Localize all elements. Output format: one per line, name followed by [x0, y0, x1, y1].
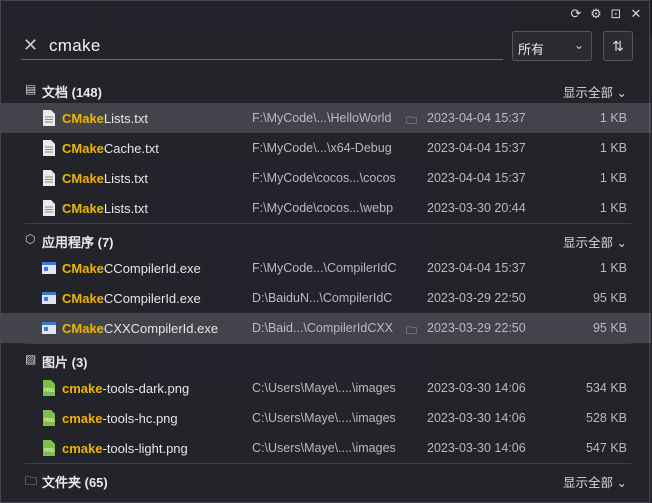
file-date: 2023-03-30 14:06: [427, 441, 526, 455]
file-size: 1 KB: [599, 111, 627, 125]
result-row[interactable]: CMakeCXXCompilerId.exe D:\Baid...\Compil…: [1, 313, 651, 343]
open-folder-icon[interactable]: 🗀: [406, 112, 417, 131]
text-file-icon: [43, 170, 55, 186]
result-row[interactable]: CMakeCCompilerId.exe D:\BaiduN...\Compil…: [1, 283, 651, 313]
section-divider: [25, 463, 631, 464]
file-name: CMakeCCompilerId.exe: [62, 291, 201, 306]
file-name: CMakeCXXCompilerId.exe: [62, 321, 219, 336]
result-row[interactable]: CMakeLists.txt F:\MyCode\...\HelloWorld …: [1, 103, 651, 133]
result-row[interactable]: CMakeCCompilerId.exe F:\MyCode...\Compil…: [1, 253, 651, 283]
file-date: 2023-04-04 15:37: [427, 171, 526, 185]
file-path: F:\MyCode...\CompilerIdC: [252, 261, 397, 275]
file-size: 534 KB: [585, 381, 627, 395]
pin-icon[interactable]: ⊡: [609, 7, 623, 21]
window-controls: ⟳ ⚙ ⊡ ✕: [569, 7, 643, 21]
result-row[interactable]: PNG cmake-tools-dark.png C:\Users\Maye\.…: [1, 373, 651, 403]
file-size: 1 KB: [599, 261, 627, 275]
search-input[interactable]: cmake: [49, 36, 101, 56]
chevron-down-icon: ⌄: [573, 38, 584, 52]
text-file-icon: [43, 200, 55, 216]
file-path: F:\MyCode\...\HelloWorld: [252, 111, 392, 125]
result-row[interactable]: CMakeLists.txt F:\MyCode\cocos...\webp 2…: [1, 193, 651, 223]
file-date: 2023-03-30 14:06: [427, 381, 526, 395]
section-header-images: ▨ 图片 (3): [1, 345, 651, 373]
refresh-icon[interactable]: ⟳: [569, 7, 583, 21]
file-size: 528 KB: [585, 411, 627, 425]
result-row[interactable]: CMakeCache.txt F:\MyCode\...\x64-Debug 2…: [1, 133, 651, 163]
png-file-icon: PNG: [43, 440, 55, 456]
text-file-icon: [43, 110, 55, 126]
show-all-documents-button[interactable]: 显示全部 ⌄: [563, 82, 627, 101]
result-row[interactable]: PNG cmake-tools-light.png C:\Users\Maye\…: [1, 433, 651, 463]
file-date: 2023-03-30 14:06: [427, 411, 526, 425]
exe-file-icon: [42, 292, 56, 304]
close-icon[interactable]: ✕: [629, 7, 643, 21]
exe-file-icon: [42, 322, 56, 334]
png-file-icon: PNG: [43, 410, 55, 426]
search-underline: [21, 59, 503, 60]
file-date: 2023-03-29 22:50: [427, 291, 526, 305]
file-date: 2023-04-04 15:37: [427, 141, 526, 155]
file-size: 95 KB: [592, 291, 627, 305]
search-panel: ⟳ ⚙ ⊡ ✕ ✕ cmake 所有 ⌄ ⇅ ▤ 文档 (148) 显示全部 ⌄…: [0, 0, 651, 503]
file-date: 2023-03-29 22:50: [427, 321, 526, 335]
file-path: C:\Users\Maye\....\images: [252, 381, 396, 395]
file-date: 2023-03-30 20:44: [427, 201, 526, 215]
result-row[interactable]: CMakeLists.txt F:\MyCode\cocos...\cocos …: [1, 163, 651, 193]
section-title: 文件夹 (65): [42, 475, 108, 490]
document-icon: ▤: [25, 82, 37, 96]
file-path: D:\Baid...\CompilerIdCXX: [252, 321, 394, 335]
type-filter-value: 所有: [518, 42, 545, 57]
file-date: 2023-04-04 15:37: [427, 261, 526, 275]
clear-search-icon[interactable]: ✕: [23, 35, 38, 56]
file-size: 95 KB: [592, 321, 627, 335]
file-name: CMakeCache.txt: [62, 141, 159, 156]
file-name: CMakeCCompilerId.exe: [62, 261, 201, 276]
show-all-folders-button[interactable]: 显示全部 ⌄: [563, 472, 627, 491]
text-file-icon: [43, 140, 55, 156]
file-size: 1 KB: [599, 201, 627, 215]
exe-file-icon: [42, 262, 56, 274]
file-name: CMakeLists.txt: [62, 111, 148, 126]
section-title: 图片 (3): [42, 355, 88, 370]
folder-icon: 🗀: [25, 474, 38, 488]
gear-icon[interactable]: ⚙: [589, 7, 603, 21]
file-path: C:\Users\Maye\....\images: [252, 411, 396, 425]
image-icon: ▨: [25, 352, 37, 366]
file-size: 1 KB: [599, 141, 627, 155]
file-size: 547 KB: [585, 441, 627, 455]
file-name: cmake-tools-hc.png: [62, 411, 178, 426]
file-size: 1 KB: [599, 171, 627, 185]
section-title: 应用程序 (7): [42, 235, 114, 250]
cube-icon: ⬡: [25, 232, 36, 246]
open-folder-icon[interactable]: 🗀: [406, 322, 417, 341]
file-path: C:\Users\Maye\....\images: [252, 441, 396, 455]
search-bar: ✕ cmake 所有 ⌄ ⇅: [1, 29, 651, 65]
svg-text:PNG: PNG: [44, 448, 55, 454]
file-name: cmake-tools-dark.png: [62, 381, 190, 396]
file-name: CMakeLists.txt: [62, 201, 148, 216]
type-filter-dropdown[interactable]: 所有 ⌄: [512, 31, 592, 61]
show-all-apps-button[interactable]: 显示全部 ⌄: [563, 232, 627, 251]
section-header-documents: ▤ 文档 (148) 显示全部 ⌄: [1, 75, 651, 103]
file-date: 2023-04-04 15:37: [427, 111, 526, 125]
png-file-icon: PNG: [43, 380, 55, 396]
file-path: D:\BaiduN...\CompilerIdC: [252, 291, 393, 305]
section-header-folders: 🗀 文件夹 (65) 显示全部 ⌄: [1, 465, 651, 493]
section-divider: [25, 223, 631, 224]
svg-text:PNG: PNG: [44, 418, 55, 424]
file-path: F:\MyCode\cocos...\cocos: [252, 171, 396, 185]
section-header-apps: ⬡ 应用程序 (7) 显示全部 ⌄: [1, 225, 651, 253]
result-row[interactable]: PNG cmake-tools-hc.png C:\Users\Maye\...…: [1, 403, 651, 433]
section-title: 文档 (148): [42, 85, 102, 100]
file-name: cmake-tools-light.png: [62, 441, 188, 456]
sort-button[interactable]: ⇅: [603, 31, 633, 61]
file-path: F:\MyCode\...\x64-Debug: [252, 141, 392, 155]
svg-text:PNG: PNG: [44, 388, 55, 394]
file-path: F:\MyCode\cocos...\webp: [252, 201, 394, 215]
section-divider: [25, 343, 631, 344]
file-name: CMakeLists.txt: [62, 171, 148, 186]
